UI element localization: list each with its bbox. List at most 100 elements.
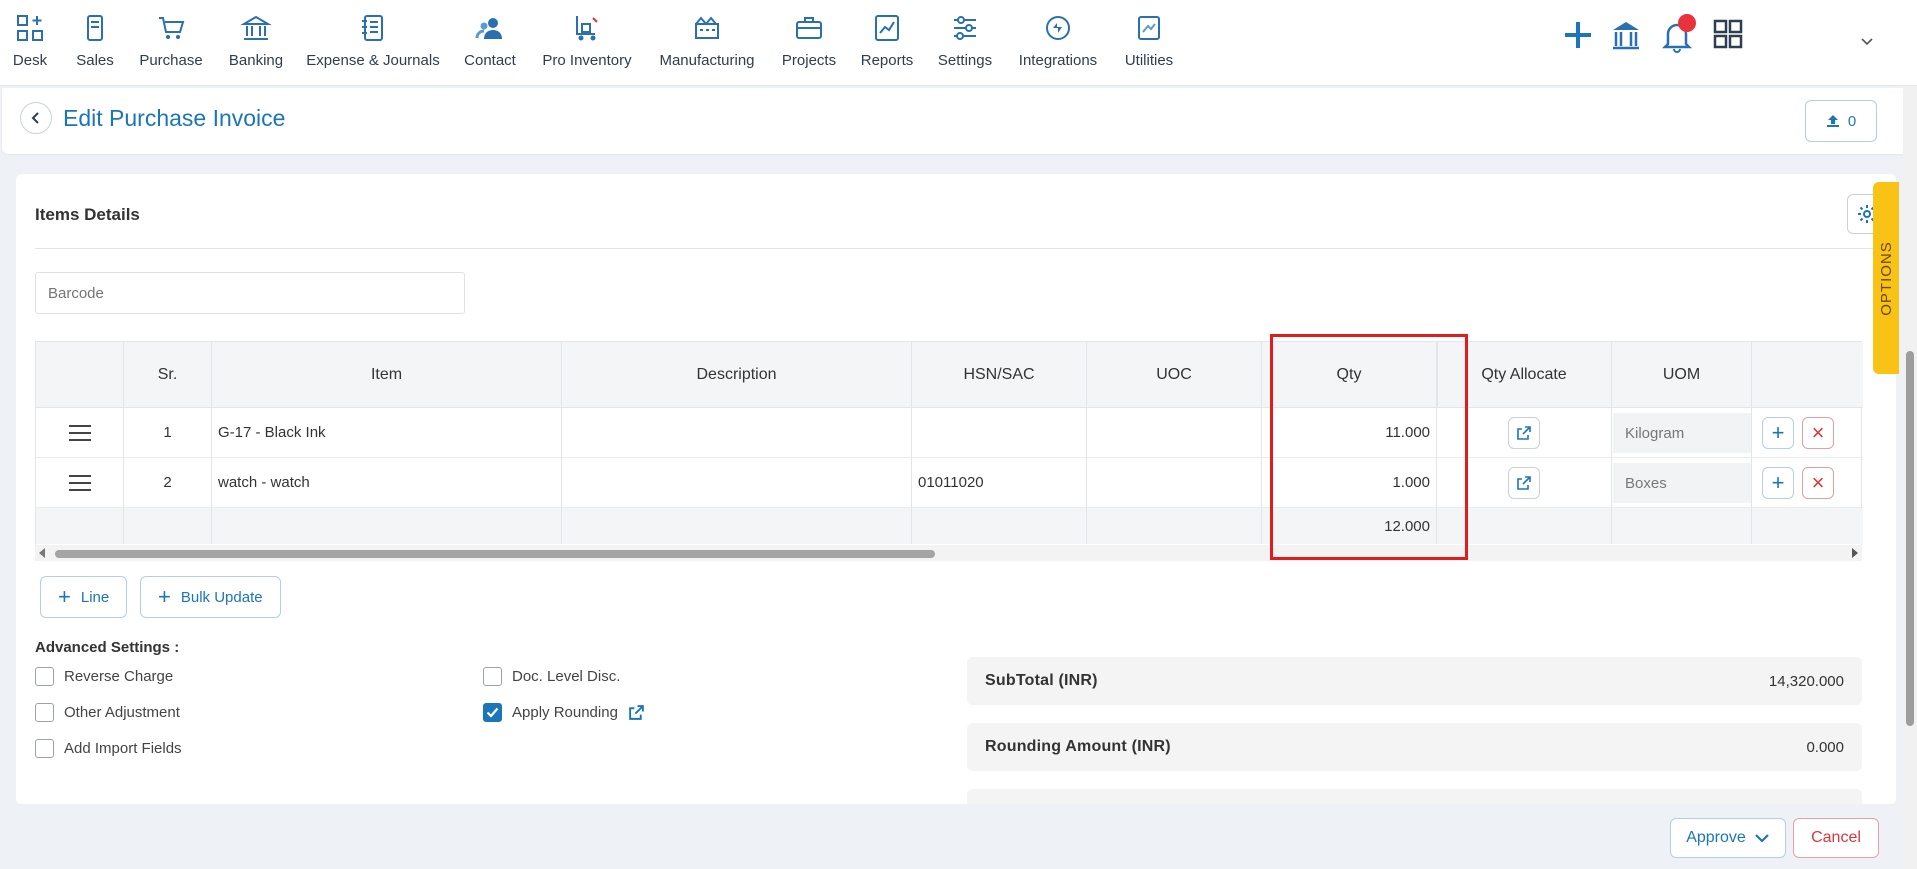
table-horizontal-scrollbar[interactable] <box>35 545 1862 561</box>
scrollbar-thumb[interactable] <box>1906 351 1914 726</box>
plus-icon: + <box>1771 470 1785 495</box>
attachments-count: 0 <box>1847 112 1857 130</box>
col-sr: Sr. <box>124 342 212 407</box>
checkbox-box[interactable] <box>483 667 502 686</box>
delete-row-button[interactable]: × <box>1802 417 1834 449</box>
reverse-charge-checkbox[interactable]: Reverse Charge <box>35 667 173 686</box>
back-button[interactable] <box>20 102 52 134</box>
barcode-input[interactable] <box>35 272 465 314</box>
drag-handle[interactable] <box>36 408 124 457</box>
checkbox-box[interactable] <box>35 739 54 758</box>
nav-sales[interactable]: Sales <box>75 12 115 78</box>
totals-cell <box>1612 508 1752 544</box>
checkbox-box[interactable] <box>35 667 54 686</box>
options-tab-label: OPTIONS <box>1877 240 1895 316</box>
plus-icon: + <box>58 584 71 609</box>
page-vertical-scrollbar[interactable] <box>1903 86 1917 869</box>
uom-select[interactable]: Kilogram <box>1613 413 1751 453</box>
add-line-label: Line <box>80 588 110 606</box>
row-qty[interactable]: 11.000 <box>1262 408 1437 457</box>
delete-row-button[interactable]: × <box>1802 467 1834 499</box>
row-hsn[interactable]: 01011020 <box>912 458 1087 507</box>
nav-desk[interactable]: Desk <box>10 12 50 78</box>
plus-icon: + <box>158 584 171 609</box>
drag-handle[interactable] <box>36 458 124 507</box>
table-header: Sr. Item Description HSN/SAC UOC Qty Qty… <box>36 342 1863 408</box>
totals-cell <box>1437 508 1612 544</box>
nav-contact[interactable]: Contact <box>462 12 518 78</box>
apps-switcher-button[interactable] <box>1712 18 1744 55</box>
row-description[interactable] <box>562 458 912 507</box>
other-adjustment-checkbox[interactable]: Other Adjustment <box>35 703 180 722</box>
qty-allocate-button[interactable] <box>1508 416 1540 449</box>
attachments-button[interactable]: 0 <box>1805 100 1877 142</box>
nav-banking[interactable]: Banking <box>226 12 286 78</box>
scrollbar-thumb[interactable] <box>55 550 935 558</box>
nav-label: Reports <box>860 52 914 69</box>
nav-label: Projects <box>781 52 837 69</box>
apply-rounding-checkbox[interactable]: Apply Rounding <box>483 703 645 722</box>
nav-expense-journals[interactable]: Expense & Journals <box>306 12 440 78</box>
totals-cell <box>1087 508 1262 544</box>
nav-pro-inventory[interactable]: Pro Inventory <box>540 12 634 78</box>
row-item[interactable]: G-17 - Black Ink <box>212 408 562 457</box>
nav-integrations[interactable]: Integrations <box>1015 12 1101 78</box>
cancel-button[interactable]: Cancel <box>1793 818 1879 858</box>
col-hsn: HSN/SAC <box>912 342 1087 407</box>
nav-reports[interactable]: Reports <box>859 12 915 78</box>
row-item[interactable]: watch - watch <box>212 458 562 507</box>
nav-projects[interactable]: Projects <box>779 12 839 78</box>
company-button[interactable] <box>1610 18 1642 57</box>
scroll-left-icon[interactable] <box>39 548 45 558</box>
utilities-icon <box>1138 16 1160 40</box>
subtotal-label: SubTotal (INR) <box>985 672 1098 689</box>
sliders-icon <box>954 16 976 40</box>
nav-label: Contact <box>464 52 516 69</box>
nav-purchase[interactable]: Purchase <box>139 12 203 78</box>
nav-settings[interactable]: Settings <box>935 12 995 78</box>
row-hsn[interactable] <box>912 408 1087 457</box>
top-navigation: Desk Sales Purchase Banking Expense & Jo… <box>0 0 1917 86</box>
nav-label: Purchase <box>139 52 203 69</box>
nav-label: Expense & Journals <box>306 52 440 69</box>
add-row-button[interactable]: + <box>1762 417 1794 449</box>
totals-row: 12.000 <box>36 508 1863 544</box>
checkbox-box[interactable] <box>483 703 502 722</box>
uom-select[interactable]: Boxes <box>1613 463 1751 503</box>
scroll-right-icon[interactable] <box>1852 548 1858 558</box>
row-sr: 2 <box>124 458 212 507</box>
row-actions: + × <box>1752 408 1863 457</box>
contact-icon <box>475 18 502 39</box>
options-tab[interactable]: OPTIONS <box>1873 182 1899 374</box>
row-uom: Boxes <box>1612 458 1752 507</box>
col-description: Description <box>562 342 912 407</box>
table-row: 2 watch - watch 01011020 1.000 Boxes + × <box>36 458 1863 508</box>
user-menu-toggle[interactable] <box>1860 34 1874 52</box>
cancel-label: Cancel <box>1811 829 1861 846</box>
row-qty[interactable]: 1.000 <box>1262 458 1437 507</box>
notifications-button[interactable] <box>1660 14 1696 59</box>
totals-cell <box>1752 508 1863 544</box>
checkbox-box[interactable] <box>35 703 54 722</box>
qty-allocate-button[interactable] <box>1508 466 1540 499</box>
add-line-button[interactable]: + Line <box>40 576 128 618</box>
external-link-icon[interactable] <box>628 704 645 721</box>
doc-level-disc-checkbox[interactable]: Doc. Level Disc. <box>483 667 620 686</box>
grid-icon <box>1713 19 1743 49</box>
row-sr: 1 <box>124 408 212 457</box>
bulk-update-button[interactable]: + Bulk Update <box>140 576 281 618</box>
approve-button[interactable]: Approve <box>1670 818 1786 858</box>
hamburger-icon <box>68 474 91 491</box>
add-import-fields-checkbox[interactable]: Add Import Fields <box>35 739 182 758</box>
nav-utilities[interactable]: Utilities <box>1121 12 1177 78</box>
col-uoc: UOC <box>1087 342 1262 407</box>
row-uoc[interactable] <box>1087 458 1262 507</box>
nav-manufacturing[interactable]: Manufacturing <box>655 12 759 78</box>
quick-add-button[interactable] <box>1561 18 1595 57</box>
chevron-left-icon <box>31 112 39 124</box>
add-row-button[interactable]: + <box>1762 467 1794 499</box>
total-qty: 12.000 <box>1262 508 1437 544</box>
checkbox-label: Reverse Charge <box>64 668 174 685</box>
row-description[interactable] <box>562 408 912 457</box>
row-uoc[interactable] <box>1087 408 1262 457</box>
